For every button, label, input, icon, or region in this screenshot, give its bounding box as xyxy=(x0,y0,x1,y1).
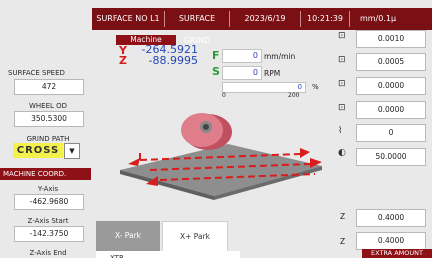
time: 10:21:39 xyxy=(307,14,343,23)
wheel-od-field[interactable]: 350.5300 xyxy=(14,111,84,127)
right-value-4[interactable]: 0.0000 xyxy=(356,101,426,119)
x-minus-park-button[interactable]: X- Park xyxy=(96,221,160,251)
right-value-1[interactable]: 0.0010 xyxy=(356,30,426,48)
spark-out-icon: ⌇ xyxy=(338,126,343,136)
right-value-6[interactable]: 50.0000 xyxy=(356,148,426,166)
machine-z-value: -88.9995 xyxy=(148,54,198,67)
grind-path-dropdown[interactable]: ▼ xyxy=(64,143,80,159)
speed-unit: RPM xyxy=(264,69,281,78)
y-axis-label: Y-Axis xyxy=(37,185,59,193)
wheel-dress-icon: ⊡ xyxy=(338,79,346,89)
z-down-field[interactable]: 0.4000 xyxy=(356,209,426,227)
y-axis-field[interactable]: -462.9680 xyxy=(14,194,84,210)
grinding-illustration xyxy=(120,113,322,200)
grinding-wheel xyxy=(181,113,232,150)
z-start-field[interactable]: -142.3750 xyxy=(14,226,84,242)
speed-value: 0 xyxy=(252,68,258,77)
feed-unit: mm/min xyxy=(264,52,296,61)
load-unit: % xyxy=(312,83,319,91)
right-value-5[interactable]: 0 xyxy=(356,124,426,142)
extra-amount-header: EXTRA AMOUNT xyxy=(362,249,432,258)
date: 2023/6/19 xyxy=(244,14,286,23)
load-scale-min: 0 xyxy=(222,92,226,99)
top-status-bar: SURFACE NO L1 SURFACE GRIND 2023/6/19 10… xyxy=(0,0,432,45)
wheel-down-icon: ⊡ xyxy=(338,31,346,41)
x-plus-park-button[interactable]: X+ Park xyxy=(162,221,228,253)
wheel-step-icon: ⊡ xyxy=(338,55,346,65)
right-value-3[interactable]: 0.0000 xyxy=(356,77,426,95)
z-feed-field[interactable]: 0.4000 xyxy=(356,232,426,250)
bottom-button-partial[interactable]: XTR xyxy=(96,251,240,258)
surface-speed-label: SURFACE SPEED xyxy=(8,69,65,77)
machine-coord-header: MACHINE COORD. xyxy=(0,168,91,180)
z-axis-letter: Z xyxy=(119,54,127,67)
feed-value: 0 xyxy=(252,51,258,60)
wheel-finish-icon: ⊡ xyxy=(338,103,346,113)
right-value-2[interactable]: 0.0005 xyxy=(356,53,426,71)
grind-path-label: GRIND PATH xyxy=(26,135,70,143)
load-value: 0 xyxy=(297,83,302,91)
rotation-icon: ◐ xyxy=(338,148,346,158)
surface-number: SURFACE NO L1 xyxy=(96,14,160,23)
speed-letter: S xyxy=(212,65,220,78)
unit-setting[interactable]: mm/0.1µ xyxy=(350,8,406,30)
z-end-label: Z-Axis End xyxy=(29,249,67,257)
z-start-label: Z-Axis Start xyxy=(27,217,69,225)
z-down-label: Z xyxy=(340,212,346,221)
surface-speed-field[interactable]: 472 xyxy=(14,79,84,95)
grind-path-select[interactable]: CROSS xyxy=(13,143,63,158)
feed-letter: F xyxy=(212,49,220,62)
wheel-od-label: WHEEL OD xyxy=(28,102,68,110)
chevron-down-icon: ▼ xyxy=(69,147,75,155)
z-feed-label: Z xyxy=(340,237,346,246)
load-scale-max: 200 xyxy=(288,92,300,99)
grind-mode: SURFACE GRIND xyxy=(178,14,216,45)
